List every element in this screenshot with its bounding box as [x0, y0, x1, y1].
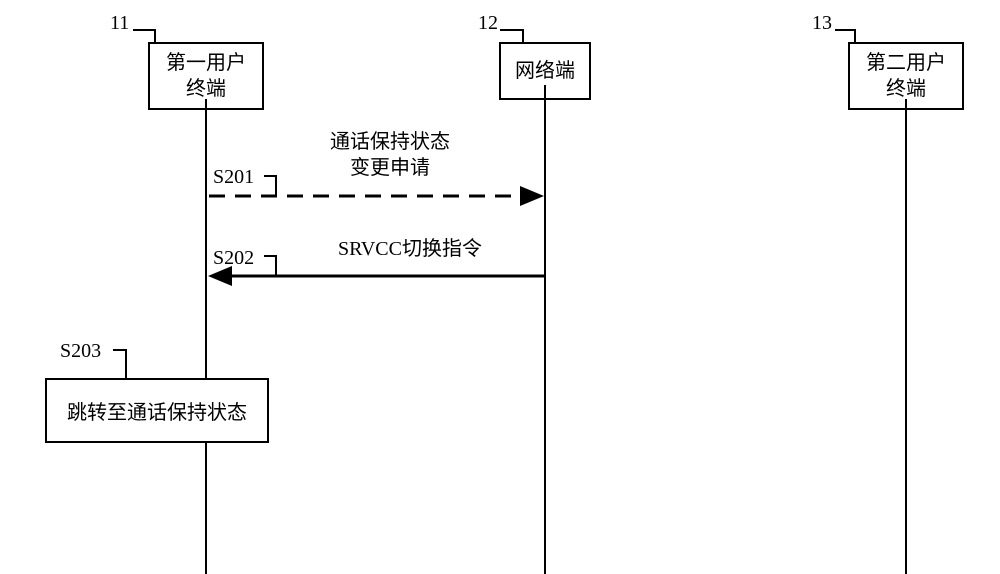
process1-box: 跳转至通话保持状态: [45, 378, 269, 443]
process1-leader: [0, 0, 1000, 574]
process1-text: 跳转至通话保持状态: [67, 402, 247, 424]
